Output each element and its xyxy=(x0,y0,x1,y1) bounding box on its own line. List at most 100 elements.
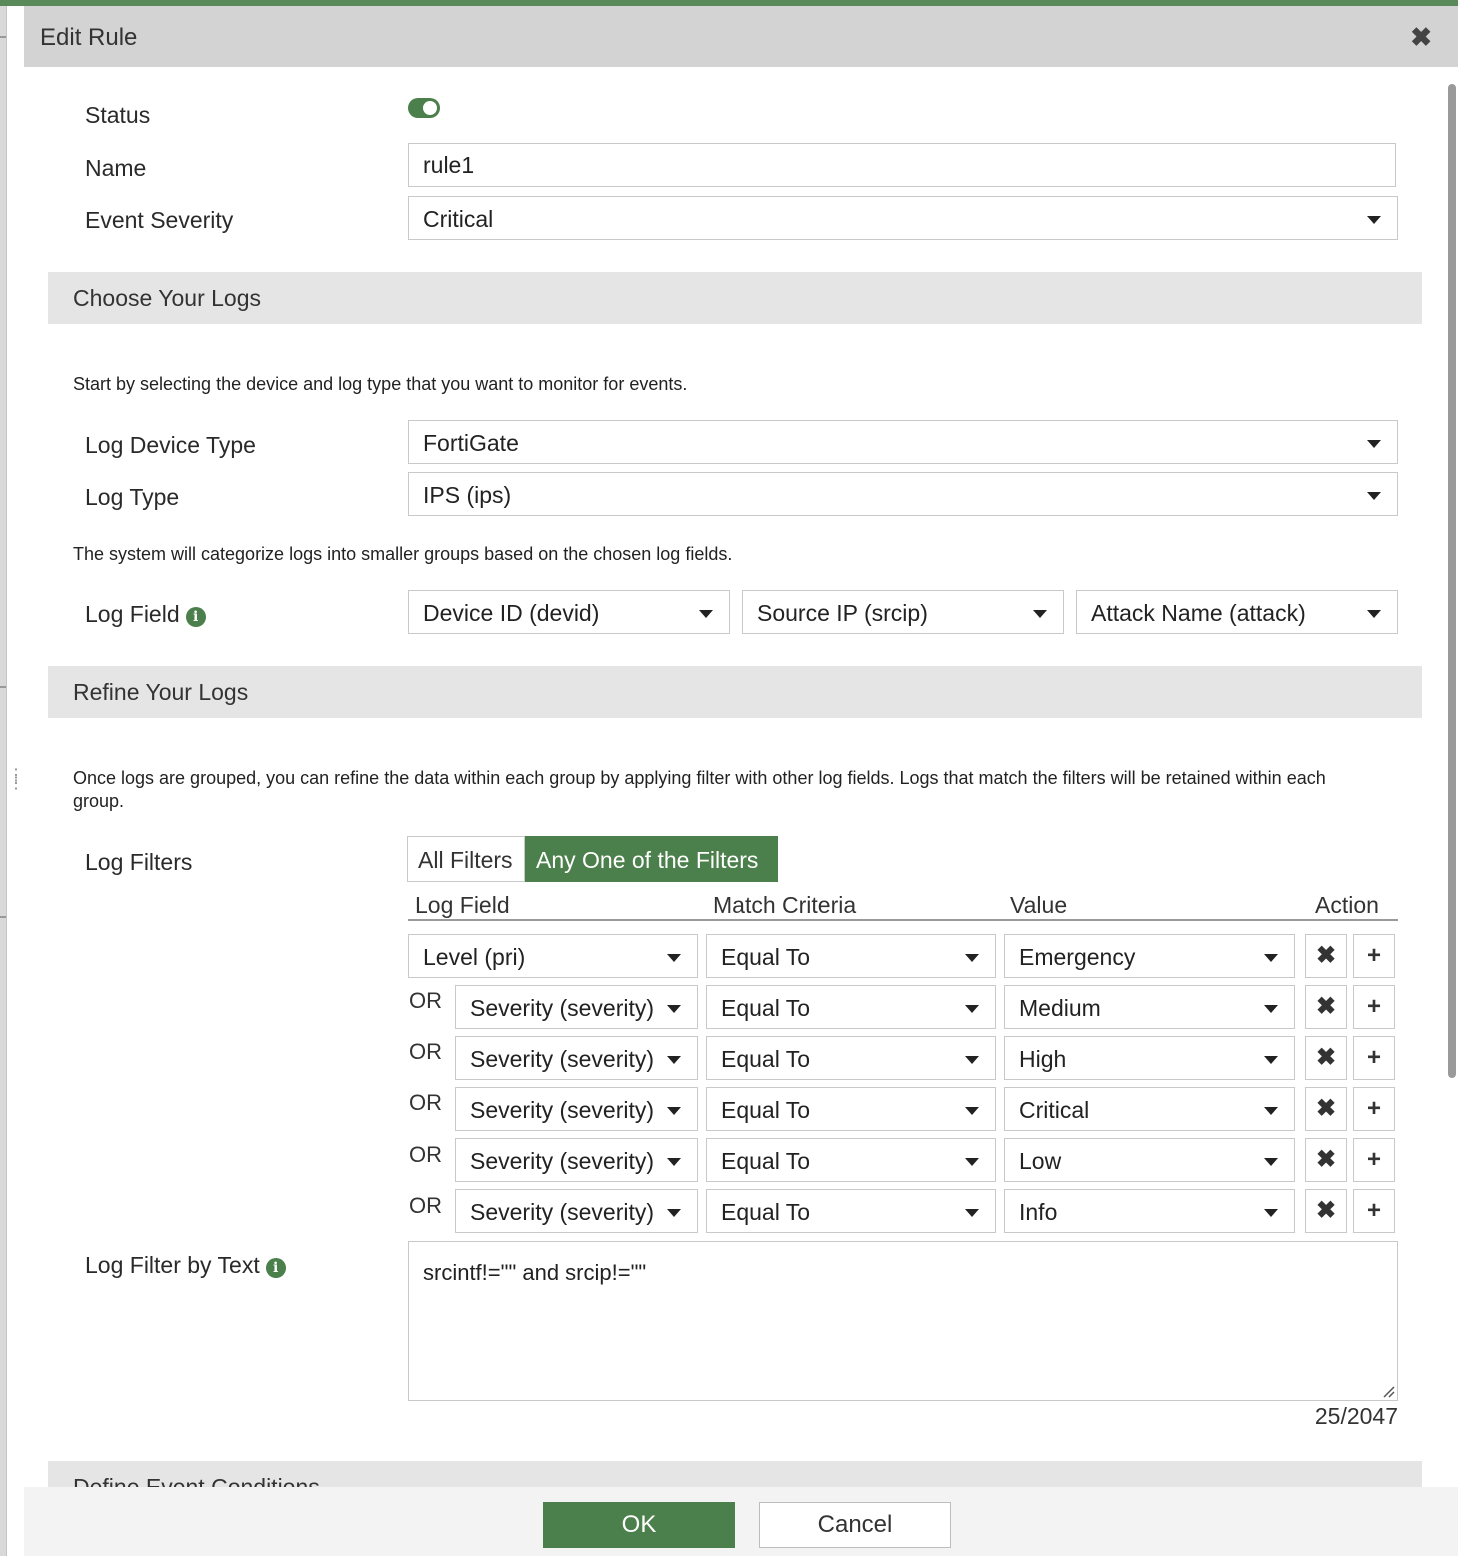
filter-value-select[interactable]: Low xyxy=(1004,1138,1295,1182)
column-header-match-criteria: Match Criteria xyxy=(713,892,857,918)
chevron-down-icon xyxy=(965,1209,979,1217)
chevron-down-icon xyxy=(1264,1107,1278,1115)
info-icon[interactable]: i xyxy=(185,607,206,627)
filter-field-value: Severity (severity) xyxy=(470,1148,655,1174)
chevron-down-icon xyxy=(1264,954,1278,962)
filter-value-select[interactable]: Critical xyxy=(1004,1087,1295,1131)
filter-criteria-select[interactable]: Equal To xyxy=(706,1087,996,1131)
filter-value: Low xyxy=(1019,1148,1062,1174)
filter-value: Critical xyxy=(1019,1097,1090,1123)
event-severity-select[interactable]: Critical xyxy=(408,196,1398,240)
name-label: Name xyxy=(85,155,147,181)
log-field-select-1[interactable]: Device ID (devid) xyxy=(408,590,730,634)
choose-logs-hint: Start by selecting the device and log ty… xyxy=(73,374,688,394)
chevron-down-icon xyxy=(1033,610,1047,618)
log-type-label: Log Type xyxy=(85,484,180,510)
or-label: OR xyxy=(409,1039,442,1064)
add-filter-button[interactable]: + xyxy=(1353,1138,1395,1182)
filter-criteria-select[interactable]: Equal To xyxy=(706,1036,996,1080)
filter-field-select[interactable]: Severity (severity) xyxy=(455,985,698,1029)
filter-value-select[interactable]: Info xyxy=(1004,1189,1295,1233)
scrollbar-thumb[interactable] xyxy=(1448,84,1456,1078)
log-filter-by-text-label: Log Filter by Text xyxy=(85,1252,260,1278)
edge-tick xyxy=(0,916,6,918)
close-icon[interactable]: ✖ xyxy=(1410,22,1432,53)
edge-tick xyxy=(0,36,6,38)
event-severity-value: Critical xyxy=(423,206,494,232)
filter-criteria-select[interactable]: Equal To xyxy=(706,934,996,978)
remove-filter-button[interactable]: ✖ xyxy=(1305,934,1347,978)
remove-filter-button[interactable]: ✖ xyxy=(1305,1036,1347,1080)
add-filter-button[interactable]: + xyxy=(1353,1036,1395,1080)
log-device-type-label: Log Device Type xyxy=(85,432,256,458)
chevron-down-icon xyxy=(1367,610,1381,618)
status-toggle[interactable] xyxy=(408,98,440,118)
any-one-filter-toggle[interactable]: Any One of the Filters xyxy=(525,836,778,882)
remove-filter-button[interactable]: ✖ xyxy=(1305,1138,1347,1182)
log-type-select[interactable]: IPS (ips) xyxy=(408,472,1398,516)
filter-value: Info xyxy=(1019,1199,1058,1225)
log-device-type-select[interactable]: FortiGate xyxy=(408,420,1398,464)
filter-criteria-value: Equal To xyxy=(721,1046,811,1072)
chevron-down-icon xyxy=(965,1056,979,1064)
or-label: OR xyxy=(409,1142,442,1167)
filter-field-select[interactable]: Severity (severity) xyxy=(455,1189,698,1233)
text-char-counter: 25/2047 xyxy=(1314,1403,1398,1429)
column-header-value: Value xyxy=(1010,892,1068,918)
remove-filter-button[interactable]: ✖ xyxy=(1305,985,1347,1029)
info-icon[interactable]: i xyxy=(265,1258,286,1278)
filter-value: High xyxy=(1019,1046,1067,1072)
log-filter-text-value: srcintf!="" and srcip!="" xyxy=(423,1260,647,1285)
chevron-down-icon xyxy=(1367,492,1381,500)
log-filter-text-area[interactable]: srcintf!="" and srcip!="" xyxy=(408,1241,1398,1401)
chevron-down-icon xyxy=(965,954,979,962)
log-field-select-3[interactable]: Attack Name (attack) xyxy=(1076,590,1398,634)
column-header-log-field: Log Field xyxy=(415,892,510,918)
filter-field-value: Severity (severity) xyxy=(470,1097,655,1123)
chevron-down-icon xyxy=(667,1209,681,1217)
remove-filter-button[interactable]: ✖ xyxy=(1305,1189,1347,1233)
dialog-scrollbar[interactable] xyxy=(1446,84,1458,1084)
chevron-down-icon xyxy=(1264,1056,1278,1064)
chevron-down-icon xyxy=(667,1158,681,1166)
log-field-label: Log Field xyxy=(85,601,180,627)
all-filters-toggle[interactable]: All Filters xyxy=(407,836,525,882)
filter-criteria-select[interactable]: Equal To xyxy=(706,1138,996,1182)
chevron-down-icon xyxy=(1264,1158,1278,1166)
add-filter-button[interactable]: + xyxy=(1353,1189,1395,1233)
filter-field-select[interactable]: Severity (severity) xyxy=(455,1087,698,1131)
status-label: Status xyxy=(85,102,151,128)
filter-value-select[interactable]: High xyxy=(1004,1036,1295,1080)
chevron-down-icon xyxy=(1367,440,1381,448)
log-field-select-2[interactable]: Source IP (srcip) xyxy=(742,590,1064,634)
filter-field-select[interactable]: Severity (severity) xyxy=(455,1138,698,1182)
filter-criteria-value: Equal To xyxy=(721,944,811,970)
filter-value: Emergency xyxy=(1019,944,1136,970)
filter-criteria-select[interactable]: Equal To xyxy=(706,985,996,1029)
add-filter-button[interactable]: + xyxy=(1353,985,1395,1029)
ok-button[interactable]: OK xyxy=(543,1502,735,1548)
filter-field-select[interactable]: Severity (severity) xyxy=(455,1036,698,1080)
resize-handle-icon[interactable] xyxy=(1381,1384,1395,1398)
add-filter-button[interactable]: + xyxy=(1353,934,1395,978)
table-header-divider xyxy=(408,919,1398,921)
filter-criteria-select[interactable]: Equal To xyxy=(706,1189,996,1233)
section-choose-your-logs: Choose Your Logs xyxy=(48,272,1422,324)
filter-value-select[interactable]: Emergency xyxy=(1004,934,1295,978)
log-field-value: Source IP (srcip) xyxy=(757,600,928,626)
chevron-down-icon xyxy=(965,1107,979,1115)
edit-rule-dialog: Edit Rule ✖ Status Name rule1 Event Seve… xyxy=(24,6,1458,1556)
event-severity-label: Event Severity xyxy=(85,207,234,233)
edge-tick xyxy=(0,686,6,688)
filter-field-select[interactable]: Level (pri) xyxy=(408,934,698,978)
add-filter-button[interactable]: + xyxy=(1353,1087,1395,1131)
group-hint: The system will categorize logs into sma… xyxy=(73,544,733,564)
remove-filter-button[interactable]: ✖ xyxy=(1305,1087,1347,1131)
drag-handle-icon[interactable]: ⋮ ⋮ xyxy=(8,768,24,792)
filter-field-value: Severity (severity) xyxy=(470,995,655,1021)
background-panel-edge xyxy=(0,6,7,1556)
cancel-button[interactable]: Cancel xyxy=(759,1502,951,1548)
log-device-type-value: FortiGate xyxy=(423,430,519,456)
name-input[interactable]: rule1 xyxy=(408,143,1396,187)
filter-value-select[interactable]: Medium xyxy=(1004,985,1295,1029)
